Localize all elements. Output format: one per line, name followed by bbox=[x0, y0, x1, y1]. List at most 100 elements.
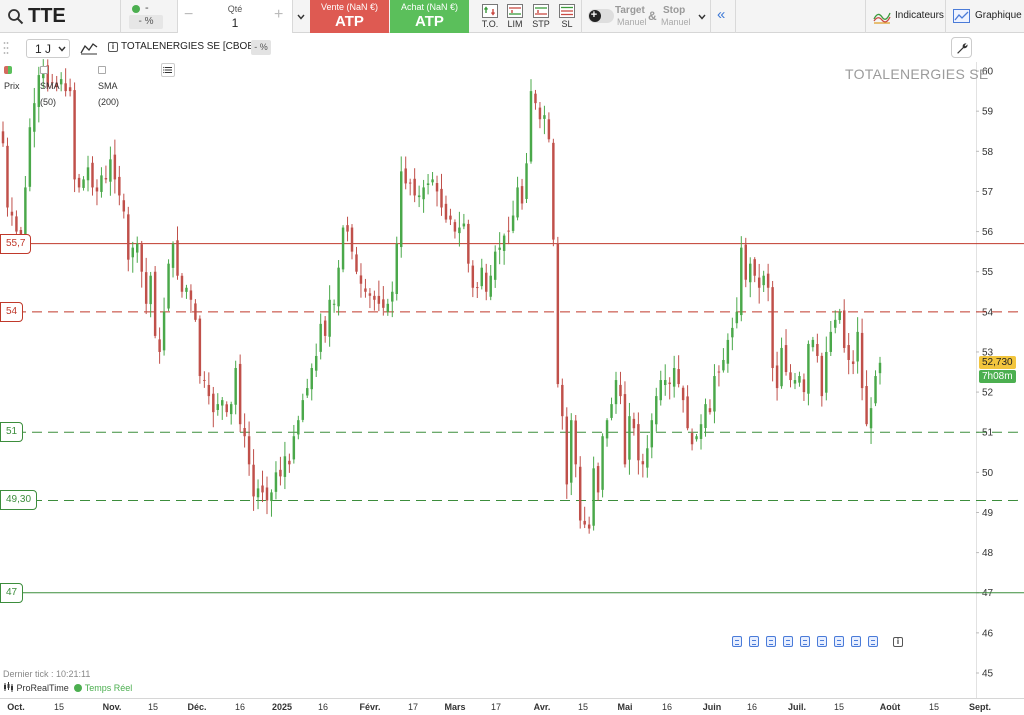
candle[interactable] bbox=[10, 197, 14, 226]
candle[interactable] bbox=[458, 211, 461, 247]
news-icon[interactable] bbox=[868, 636, 878, 647]
candle[interactable] bbox=[471, 260, 475, 298]
candle[interactable] bbox=[650, 413, 654, 459]
candle[interactable] bbox=[301, 393, 305, 423]
candle[interactable] bbox=[274, 461, 278, 500]
legend-sma200[interactable]: SMA (200) bbox=[98, 62, 119, 107]
news-icon[interactable] bbox=[749, 636, 759, 647]
candle[interactable] bbox=[757, 263, 761, 304]
candle[interactable] bbox=[766, 263, 770, 302]
candle[interactable] bbox=[1, 121, 5, 147]
candle[interactable] bbox=[180, 273, 184, 298]
candle[interactable] bbox=[283, 441, 287, 490]
news-icon[interactable] bbox=[851, 636, 861, 647]
candle[interactable] bbox=[731, 317, 734, 351]
candle[interactable] bbox=[802, 373, 806, 401]
candle[interactable] bbox=[583, 506, 586, 529]
candle[interactable] bbox=[140, 240, 143, 288]
candle[interactable] bbox=[874, 370, 877, 407]
candle[interactable] bbox=[686, 385, 689, 431]
legend-price[interactable]: Prix bbox=[4, 62, 20, 91]
candle[interactable] bbox=[229, 401, 233, 425]
candle[interactable] bbox=[24, 175, 27, 243]
candle[interactable] bbox=[314, 343, 318, 377]
candle[interactable] bbox=[753, 257, 756, 283]
time-axis[interactable] bbox=[0, 698, 1024, 715]
candle[interactable] bbox=[189, 284, 193, 313]
candle[interactable] bbox=[677, 355, 680, 388]
candle[interactable] bbox=[534, 89, 537, 110]
candle[interactable] bbox=[247, 421, 251, 476]
level-label[interactable]: 47 bbox=[0, 582, 24, 603]
candle[interactable] bbox=[605, 418, 609, 447]
candle[interactable] bbox=[561, 378, 564, 430]
candle[interactable] bbox=[341, 225, 345, 273]
candle[interactable] bbox=[28, 118, 32, 192]
candle[interactable] bbox=[136, 236, 139, 263]
candle[interactable] bbox=[601, 433, 604, 498]
candle[interactable] bbox=[614, 371, 618, 414]
candle[interactable] bbox=[122, 193, 126, 219]
candle[interactable] bbox=[641, 453, 645, 478]
candle[interactable] bbox=[261, 470, 264, 503]
candle[interactable] bbox=[404, 156, 407, 190]
candle[interactable] bbox=[726, 333, 730, 373]
checkbox[interactable] bbox=[40, 66, 48, 74]
candle[interactable] bbox=[623, 381, 627, 468]
candle[interactable] bbox=[118, 165, 121, 206]
period-dropdown[interactable]: 1 J bbox=[26, 39, 70, 58]
candle[interactable] bbox=[480, 258, 484, 290]
candle[interactable] bbox=[323, 316, 327, 343]
candle[interactable] bbox=[784, 329, 788, 376]
candle[interactable] bbox=[319, 313, 322, 360]
candle[interactable] bbox=[798, 371, 801, 387]
candle[interactable] bbox=[185, 284, 188, 299]
candle[interactable] bbox=[100, 167, 103, 198]
candle[interactable] bbox=[771, 280, 774, 382]
candle[interactable] bbox=[216, 393, 220, 416]
candle[interactable] bbox=[310, 363, 313, 401]
candle[interactable] bbox=[279, 456, 282, 486]
candle[interactable] bbox=[744, 237, 747, 288]
level-label[interactable]: 54 bbox=[0, 301, 24, 322]
checkbox[interactable] bbox=[98, 66, 106, 74]
candle[interactable] bbox=[6, 137, 9, 217]
candle[interactable] bbox=[243, 413, 246, 448]
candle[interactable] bbox=[713, 364, 716, 424]
candle[interactable] bbox=[153, 266, 157, 339]
candle[interactable] bbox=[780, 337, 783, 389]
candle[interactable] bbox=[171, 241, 175, 278]
candle[interactable] bbox=[829, 321, 833, 357]
candle[interactable] bbox=[350, 224, 354, 260]
candle[interactable] bbox=[109, 146, 112, 196]
candle[interactable] bbox=[221, 397, 224, 420]
candle[interactable] bbox=[811, 336, 815, 352]
candle[interactable] bbox=[167, 259, 170, 312]
candle[interactable] bbox=[444, 195, 448, 223]
candle[interactable] bbox=[511, 200, 515, 234]
candle[interactable] bbox=[113, 139, 117, 194]
level-label[interactable]: 49,30 bbox=[0, 490, 38, 511]
info-icon[interactable]: i bbox=[893, 637, 903, 647]
candle[interactable] bbox=[104, 165, 108, 184]
candle[interactable] bbox=[735, 297, 739, 329]
candle[interactable] bbox=[73, 82, 76, 193]
candle[interactable] bbox=[856, 317, 859, 374]
candle[interactable] bbox=[502, 233, 506, 265]
candle[interactable] bbox=[355, 246, 358, 275]
candle[interactable] bbox=[807, 340, 810, 406]
candle[interactable] bbox=[749, 257, 752, 298]
candle[interactable] bbox=[337, 260, 340, 316]
candle[interactable] bbox=[292, 424, 296, 464]
candle[interactable] bbox=[596, 462, 600, 501]
drag-handle-icon[interactable] bbox=[3, 41, 9, 55]
candle[interactable] bbox=[722, 348, 725, 373]
candle[interactable] bbox=[297, 415, 300, 440]
candle[interactable] bbox=[440, 173, 443, 216]
candle[interactable] bbox=[704, 398, 707, 437]
candle[interactable] bbox=[395, 236, 398, 301]
candle[interactable] bbox=[663, 364, 667, 396]
candle[interactable] bbox=[681, 385, 685, 413]
candle[interactable] bbox=[507, 216, 510, 245]
candle[interactable] bbox=[198, 315, 202, 384]
